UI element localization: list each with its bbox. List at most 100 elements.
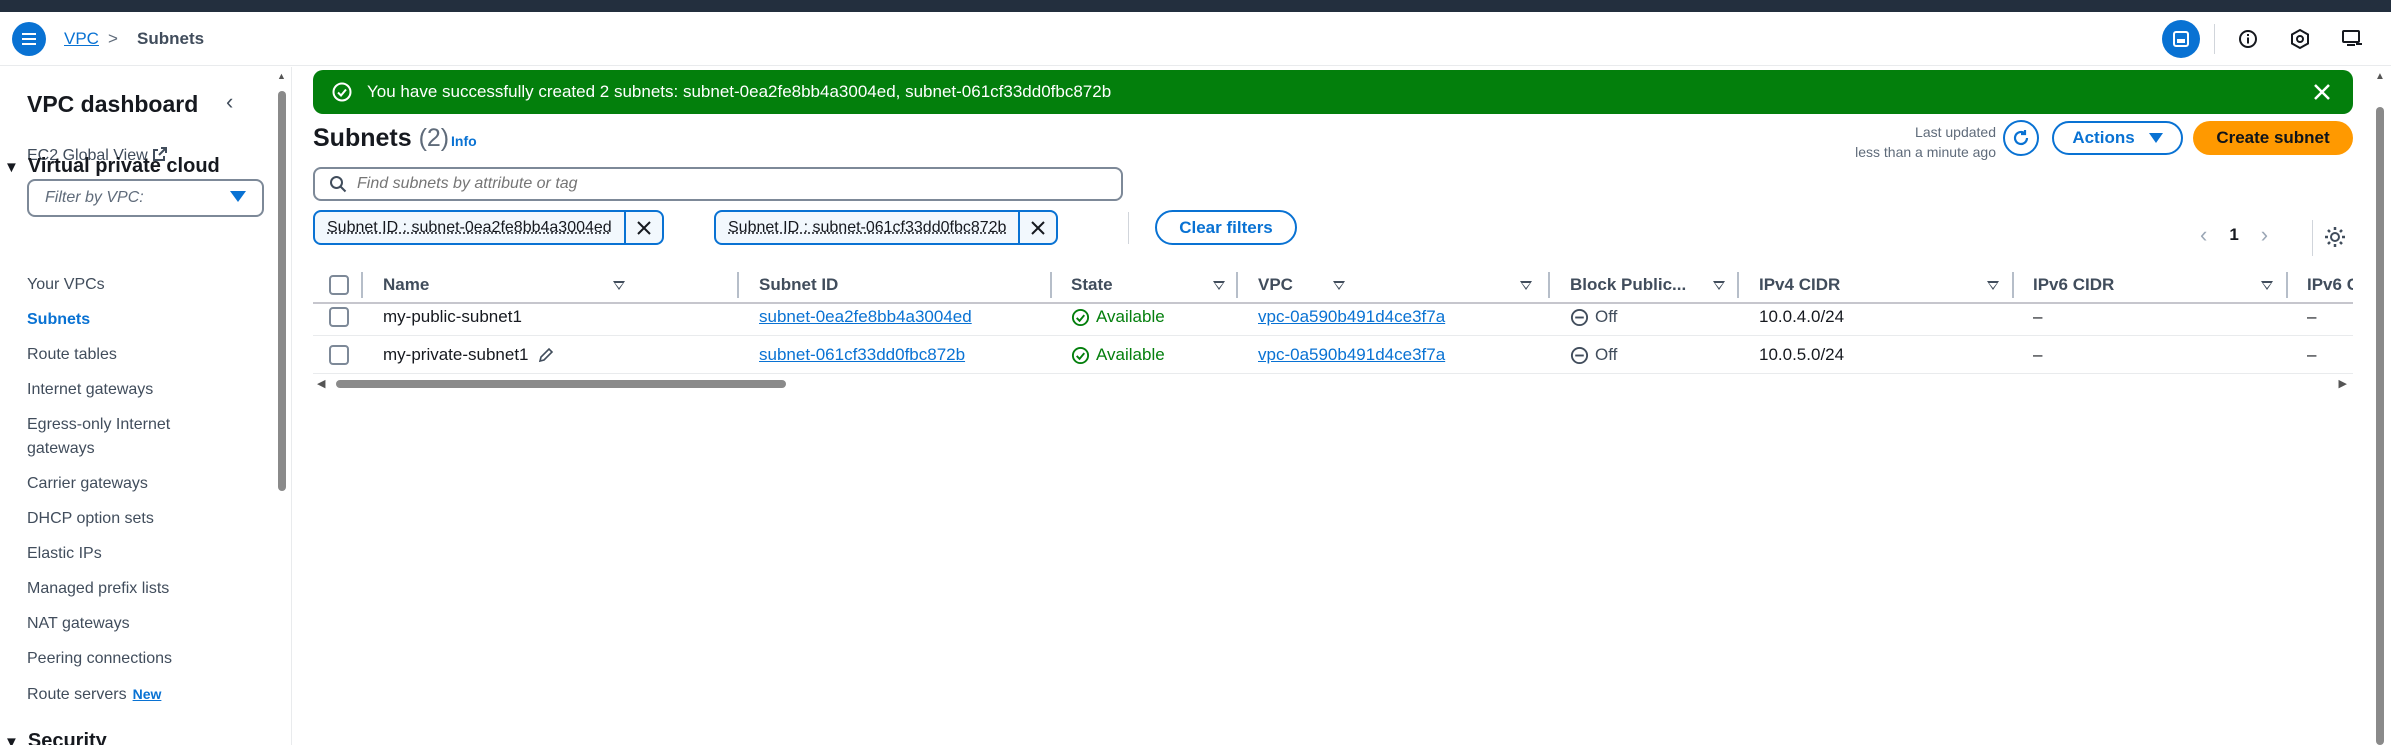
scroll-right-arrow-icon[interactable]: ▶	[2339, 377, 2347, 390]
refresh-button[interactable]	[2003, 120, 2039, 156]
remove-filter-button[interactable]	[626, 212, 662, 243]
table-row[interactable]: my-private-subnet1 subnet-061cf33dd0fbc8…	[313, 336, 2353, 374]
gear-icon[interactable]	[2322, 224, 2348, 250]
column-divider[interactable]	[1236, 272, 1238, 298]
cell-subnet-id-link[interactable]: subnet-0ea2fe8bb4a3004ed	[759, 302, 972, 332]
column-divider[interactable]	[1737, 272, 1739, 298]
nav-section-security[interactable]: ▼ Security	[4, 730, 107, 745]
cell-vpc-link[interactable]: vpc-0a590b491d4ce3f7a	[1258, 336, 1445, 374]
filter-token-1[interactable]: Subnet ID : subnet-0ea2fe8bb4a3004ed	[313, 210, 664, 245]
cell-ipv4-cidr: 10.0.4.0/24	[1759, 307, 1845, 326]
menu-button[interactable]	[12, 22, 46, 56]
sort-icon[interactable]	[613, 281, 625, 290]
column-header-ipv6-c[interactable]: IPv6 C	[2307, 268, 2353, 302]
column-divider[interactable]	[1050, 272, 1052, 298]
vpc-filter-select[interactable]: Filter by VPC:	[27, 179, 264, 217]
scrollbar-thumb[interactable]	[336, 380, 786, 388]
sidebar-item-dhcp-option-sets[interactable]: DHCP option sets	[27, 507, 154, 531]
divider	[1128, 212, 1129, 244]
flash-message: You have successfully created 2 subnets:…	[367, 82, 1112, 101]
check-circle-icon	[332, 82, 352, 102]
column-divider[interactable]	[2012, 272, 2014, 298]
filter-token-text: Subnet ID : subnet-061cf33dd0fbc872b	[728, 218, 1007, 236]
clear-filters-button[interactable]: Clear filters	[1155, 210, 1297, 245]
split-panel-button[interactable]	[2162, 20, 2200, 58]
chevron-left-icon[interactable]: ‹	[2200, 222, 2207, 248]
page-number[interactable]: 1	[2229, 225, 2238, 245]
sidebar-item-elastic-ips[interactable]: Elastic IPs	[27, 542, 102, 566]
sidebar-item-peering-connections[interactable]: Peering connections	[27, 647, 172, 671]
page-title-count: (2)	[418, 124, 450, 152]
sort-icon[interactable]	[2261, 281, 2273, 290]
nav-title[interactable]: VPC dashboard	[27, 91, 198, 118]
check-circle-icon	[1071, 308, 1090, 326]
column-label: Subnet ID	[759, 275, 839, 294]
close-icon[interactable]	[2309, 79, 2335, 105]
nav-scrollbar[interactable]	[278, 91, 286, 491]
sidebar-item-egress-only-line2[interactable]: gateways	[27, 437, 95, 461]
sidebar-item-nat-gateways[interactable]: NAT gateways	[27, 612, 130, 636]
cell-ipv4-cidr: 10.0.5.0/24	[1759, 345, 1845, 364]
column-header-subnet-id[interactable]: Subnet ID	[759, 268, 1345, 302]
scroll-up-arrow-icon[interactable]: ▲	[277, 71, 286, 81]
pencil-icon[interactable]	[537, 346, 555, 364]
filter-token-label[interactable]: Subnet ID : subnet-0ea2fe8bb4a3004ed	[315, 212, 626, 243]
scrollbar-thumb[interactable]	[2376, 107, 2384, 745]
row-checkbox[interactable]	[329, 345, 349, 365]
row-checkbox[interactable]	[329, 307, 349, 327]
new-badge: New	[132, 686, 162, 702]
filter-token-label[interactable]: Subnet ID : subnet-061cf33dd0fbc872b	[716, 212, 1021, 243]
column-divider[interactable]	[2286, 272, 2288, 298]
filter-token-2[interactable]: Subnet ID : subnet-061cf33dd0fbc872b	[714, 210, 1059, 245]
column-label: Block Public...	[1570, 275, 1687, 294]
scroll-left-arrow-icon[interactable]: ◀	[317, 377, 325, 390]
cell-subnet-id-link[interactable]: subnet-061cf33dd0fbc872b	[759, 336, 965, 374]
select-all-checkbox[interactable]	[329, 275, 349, 295]
settings-hex-button[interactable]	[2281, 20, 2319, 58]
main-vertical-scrollbar[interactable]: ▲	[2372, 67, 2388, 745]
create-subnet-button[interactable]: Create subnet	[2193, 121, 2353, 155]
sidebar-item-egress-only[interactable]: Egress-only Internet	[27, 413, 170, 437]
sort-icon[interactable]	[1987, 281, 1999, 290]
breadcrumb-vpc-link[interactable]: VPC	[64, 29, 99, 49]
column-header-ipv6-cidr[interactable]: IPv6 CIDR	[2033, 268, 2273, 302]
info-button[interactable]	[2229, 20, 2267, 58]
column-header-ipv4-cidr[interactable]: IPv4 CIDR	[1759, 268, 1999, 302]
column-header-state[interactable]: State	[1071, 268, 1225, 302]
expand-triangle-icon: ▼	[4, 734, 19, 745]
remove-filter-button[interactable]	[1020, 212, 1056, 243]
sidebar-item-route-servers[interactable]: Route servers New	[27, 682, 161, 707]
sidebar-item-your-vpcs[interactable]: Your VPCs	[27, 273, 105, 297]
actions-button[interactable]: Actions	[2052, 121, 2183, 155]
column-divider[interactable]	[737, 272, 739, 298]
sidebar-item-subnets[interactable]: Subnets	[27, 308, 90, 332]
cell-vpc-link[interactable]: vpc-0a590b491d4ce3f7a	[1258, 302, 1445, 332]
info-link[interactable]: Info	[451, 133, 477, 149]
table-horizontal-scrollbar[interactable]: ◀ ▶	[313, 376, 2353, 392]
column-label: VPC	[1258, 275, 1293, 294]
table-row[interactable]: my-public-subnet1 subnet-0ea2fe8bb4a3004…	[313, 302, 2353, 336]
search-input[interactable]	[357, 175, 1057, 193]
nav-section-vpc[interactable]: ▼ Virtual private cloud	[4, 155, 220, 178]
cell-state: Available	[1071, 336, 1165, 374]
sort-icon[interactable]	[1713, 281, 1725, 290]
sidebar-item-managed-prefix-lists[interactable]: Managed prefix lists	[27, 577, 169, 601]
search-field[interactable]	[313, 167, 1123, 201]
sort-icon[interactable]	[1520, 281, 1532, 290]
column-header-vpc[interactable]: VPC	[1258, 268, 1558, 302]
vpc-filter-placeholder: Filter by VPC:	[45, 189, 144, 206]
sidebar-item-internet-gateways[interactable]: Internet gateways	[27, 378, 153, 402]
chevron-right-icon[interactable]: ›	[2261, 222, 2268, 248]
column-header-name[interactable]: Name	[383, 268, 633, 302]
sidebar-item-route-tables[interactable]: Route tables	[27, 343, 117, 367]
cell-name-text: my-private-subnet1	[383, 345, 529, 364]
expand-triangle-icon: ▼	[4, 159, 19, 176]
collapse-nav-icon[interactable]: ‹	[226, 89, 233, 115]
search-icon	[330, 176, 347, 193]
sidebar-item-carrier-gateways[interactable]: Carrier gateways	[27, 472, 148, 496]
column-header-block-public[interactable]: Block Public...	[1570, 268, 1730, 302]
column-divider[interactable]	[1548, 272, 1550, 298]
feedback-button[interactable]	[2333, 20, 2371, 58]
sort-icon[interactable]	[1213, 281, 1225, 290]
scroll-up-arrow-icon[interactable]: ▲	[2375, 71, 2385, 82]
